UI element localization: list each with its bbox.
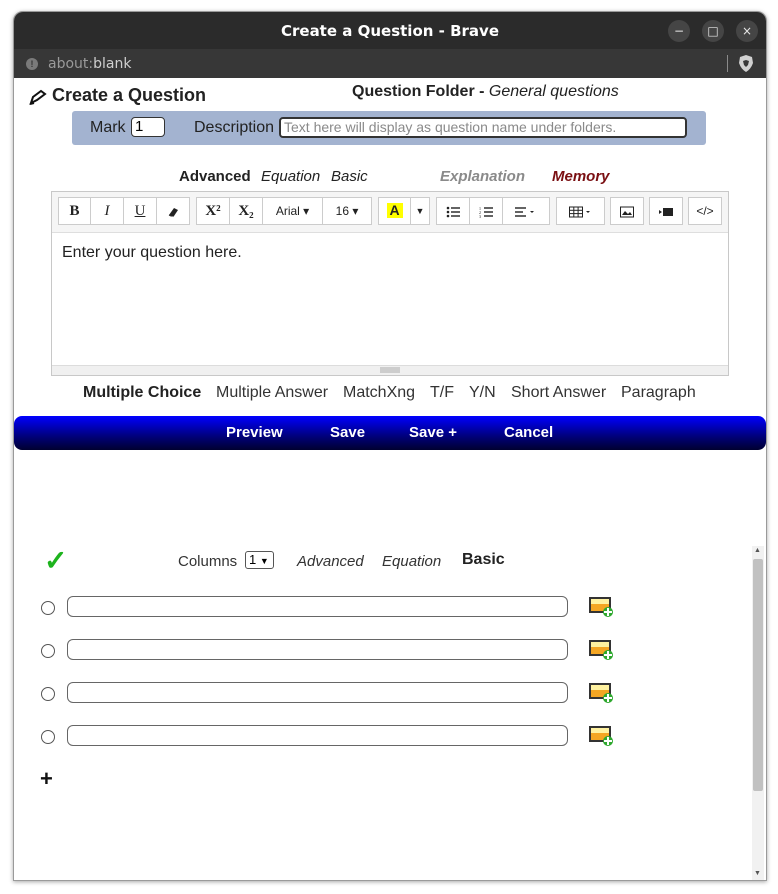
font-family-value: Arial xyxy=(275,204,300,218)
bullet-list-button[interactable] xyxy=(436,197,470,225)
brave-shield-icon[interactable] xyxy=(738,54,754,73)
question-editor: B I U X² X₂ Arial ▾ 16 ▾ A ▼ 123 </> Ent… xyxy=(51,191,729,376)
answer-radio-3[interactable] xyxy=(41,687,55,701)
bold-button[interactable]: B xyxy=(58,197,91,225)
mark-label: Mark xyxy=(90,119,126,136)
mode-advanced[interactable]: Advanced xyxy=(179,168,251,185)
mode-equation[interactable]: Equation xyxy=(261,168,320,185)
answer-input-4[interactable] xyxy=(67,725,568,746)
numbered-list-button[interactable]: 123 xyxy=(469,197,503,225)
image-icon xyxy=(620,206,634,218)
close-button[interactable]: × xyxy=(736,20,758,42)
editor-toolbar: B I U X² X₂ Arial ▾ 16 ▾ A ▼ 123 </> xyxy=(52,192,728,233)
video-icon xyxy=(659,207,673,216)
answers-mode-equation[interactable]: Equation xyxy=(382,553,441,570)
answers-mode-basic[interactable]: Basic xyxy=(462,551,505,569)
add-image-icon[interactable] xyxy=(589,596,613,618)
add-image-icon[interactable] xyxy=(589,682,613,704)
pencil-icon xyxy=(29,89,47,105)
text-color-icon: A xyxy=(386,203,403,218)
browser-window: Create a Question - Brave − □ × ! about:… xyxy=(13,11,767,881)
answer-input-3[interactable] xyxy=(67,682,568,703)
mode-basic[interactable]: Basic xyxy=(331,168,368,185)
text-color-dropdown[interactable]: ▼ xyxy=(410,197,430,225)
page-content: Create a Question Question Folder - Gene… xyxy=(14,78,766,880)
answers-mode-advanced[interactable]: Advanced xyxy=(297,553,364,570)
scroll-up-icon[interactable]: ▲ xyxy=(754,547,761,554)
url-path: blank xyxy=(93,56,132,72)
qtype-multiple-choice[interactable]: Multiple Choice xyxy=(83,384,201,402)
font-size-value: 16 xyxy=(335,204,349,218)
minimize-button[interactable]: − xyxy=(668,20,690,42)
info-icon[interactable]: ! xyxy=(26,58,38,70)
add-image-icon[interactable] xyxy=(589,639,613,661)
mode-memory[interactable]: Memory xyxy=(552,168,610,185)
scroll-down-icon[interactable]: ▼ xyxy=(754,870,761,877)
address-bar[interactable]: ! about:blank xyxy=(14,49,766,78)
align-left-icon xyxy=(515,206,534,217)
code-view-button[interactable]: </> xyxy=(688,197,722,225)
columns-value: 1 xyxy=(249,552,257,567)
grip-icon xyxy=(380,367,400,373)
add-image-icon[interactable] xyxy=(589,725,613,747)
table-icon xyxy=(568,206,590,218)
superscript-button[interactable]: X² xyxy=(196,197,230,225)
action-bar: Preview Save Save + Cancel xyxy=(14,416,766,450)
answer-input-1[interactable] xyxy=(67,596,568,617)
italic-button[interactable]: I xyxy=(90,197,124,225)
scrollbar-thumb[interactable] xyxy=(753,559,763,791)
folder-label: Question Folder - xyxy=(352,83,485,100)
answer-radio-4[interactable] xyxy=(41,730,55,744)
answer-radio-2[interactable] xyxy=(41,644,55,658)
url-scheme: about: xyxy=(48,56,94,72)
eraser-icon xyxy=(168,207,178,217)
video-button[interactable] xyxy=(649,197,683,225)
title-bar: Create a Question - Brave − □ × xyxy=(14,12,766,49)
editor-resize-handle[interactable] xyxy=(52,365,728,375)
cancel-button[interactable]: Cancel xyxy=(504,424,553,441)
eraser-button[interactable] xyxy=(156,197,190,225)
text-color-button[interactable]: A xyxy=(378,197,411,225)
mark-description-bar: Mark 1 Description Text here will displa… xyxy=(72,111,706,145)
bullet-list-icon xyxy=(446,206,460,217)
page-title: Create a Question xyxy=(52,85,207,105)
description-label: Description xyxy=(194,119,275,136)
table-button[interactable] xyxy=(556,197,605,225)
question-text-area[interactable]: Enter your question here. xyxy=(62,244,242,262)
font-size-select[interactable]: 16 ▾ xyxy=(322,197,372,225)
qtype-true-false[interactable]: T/F xyxy=(430,384,454,402)
question-folder[interactable]: Question Folder - General questions xyxy=(352,83,619,101)
mark-input[interactable]: 1 xyxy=(131,117,165,137)
image-button[interactable] xyxy=(610,197,644,225)
answer-input-2[interactable] xyxy=(67,639,568,660)
subscript-button[interactable]: X₂ xyxy=(229,197,263,225)
description-input[interactable]: Text here will display as question name … xyxy=(279,117,687,138)
checkmark-icon: ✓ xyxy=(44,545,68,576)
qtype-short-answer[interactable]: Short Answer xyxy=(511,384,606,402)
qtype-paragraph[interactable]: Paragraph xyxy=(621,384,696,402)
mode-explanation[interactable]: Explanation xyxy=(440,168,525,185)
svg-text:3: 3 xyxy=(479,214,481,218)
window-title: Create a Question - Brave xyxy=(280,22,499,40)
save-button[interactable]: Save xyxy=(330,424,365,441)
address-separator xyxy=(727,55,728,72)
save-plus-button[interactable]: Save + xyxy=(409,424,457,441)
underline-button[interactable]: U xyxy=(123,197,157,225)
url-text[interactable]: about:blank xyxy=(48,56,131,72)
answer-radio-1[interactable] xyxy=(41,601,55,615)
folder-name[interactable]: General questions xyxy=(489,83,619,100)
maximize-button[interactable]: □ xyxy=(702,20,724,42)
qtype-yes-no[interactable]: Y/N xyxy=(469,384,496,402)
align-select[interactable] xyxy=(502,197,550,225)
preview-button[interactable]: Preview xyxy=(226,424,283,441)
numbered-list-icon: 123 xyxy=(479,206,493,219)
add-answer-button[interactable]: + xyxy=(40,766,53,792)
qtype-matching[interactable]: MatchXng xyxy=(343,384,415,402)
columns-select[interactable]: 1 ▼ xyxy=(245,551,274,569)
font-family-select[interactable]: Arial ▾ xyxy=(262,197,323,225)
qtype-multiple-answer[interactable]: Multiple Answer xyxy=(216,384,328,402)
columns-label: Columns xyxy=(178,553,238,570)
